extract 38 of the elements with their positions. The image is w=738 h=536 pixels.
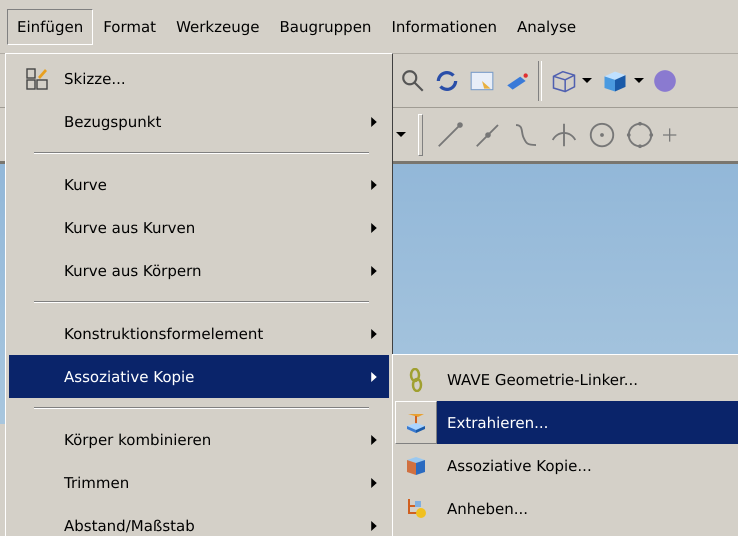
menu-bar-item[interactable]: Informationen xyxy=(381,8,508,44)
menu-item-label: Skizze... xyxy=(64,70,127,88)
menu-item[interactable]: WAVE Geometrie-Linker... xyxy=(395,358,738,401)
menu-item-label: Assoziative Kopie xyxy=(64,368,196,386)
menu-item-label: Bezugspunkt xyxy=(64,112,162,130)
menu-item[interactable]: Trimmen xyxy=(9,461,389,504)
menu-item-label: WAVE Geometrie-Linker... xyxy=(446,370,640,390)
dropdown-arrow-icon[interactable] xyxy=(396,132,406,137)
menu-item-label: Trimmen xyxy=(64,474,130,492)
menu-item[interactable]: Skizze... xyxy=(9,57,389,100)
menu-item[interactable]: Kurve aus Kurven xyxy=(9,206,389,249)
menu-item[interactable]: Kurve aus Körpern xyxy=(9,249,389,292)
menu-bar-item[interactable]: Einfügen xyxy=(7,8,94,44)
menu-bar-item[interactable]: Baugruppen xyxy=(269,8,382,44)
zoom-icon[interactable] xyxy=(400,68,426,94)
menu-item-label: Kurve xyxy=(64,176,108,194)
menu-bar-item[interactable]: Werkzeuge xyxy=(166,8,270,44)
dropdown-arrow-icon[interactable] xyxy=(634,78,644,83)
dropdown-arrow-icon[interactable] xyxy=(582,78,592,83)
menu-item-label: Kurve aus Körpern xyxy=(64,262,203,280)
menu-item-label: Anheben... xyxy=(446,498,530,520)
menu-item-label: Körper kombinieren xyxy=(64,430,212,448)
menu-item-label: Kurve aus Kurven xyxy=(64,218,196,236)
menu-item-label: Abstand/Maßstab xyxy=(64,516,196,534)
menu-item[interactable]: Abstand/Maßstab xyxy=(9,504,389,536)
menu-item-label: Konstruktionsformelement xyxy=(64,324,264,342)
menu-bar-item[interactable]: Analyse xyxy=(507,8,586,44)
menu-item[interactable]: Kurve xyxy=(9,163,389,206)
menu-item[interactable]: Assoziative Kopie xyxy=(9,355,389,398)
menu-item-label: Assoziative Kopie... xyxy=(446,456,593,476)
menu-item[interactable]: Anheben... xyxy=(395,487,738,530)
menu-item[interactable]: Konstruktionsformelement xyxy=(9,312,389,355)
menu-item[interactable]: Körper kombinieren xyxy=(9,418,389,461)
circle-icon[interactable] xyxy=(625,120,655,150)
menu-item[interactable]: Bezugspunkt xyxy=(9,100,389,143)
menu-item[interactable]: Assoziative Kopie... xyxy=(395,444,738,487)
menu-bar-item[interactable]: Format xyxy=(93,8,166,44)
sketch-icon xyxy=(24,66,48,90)
